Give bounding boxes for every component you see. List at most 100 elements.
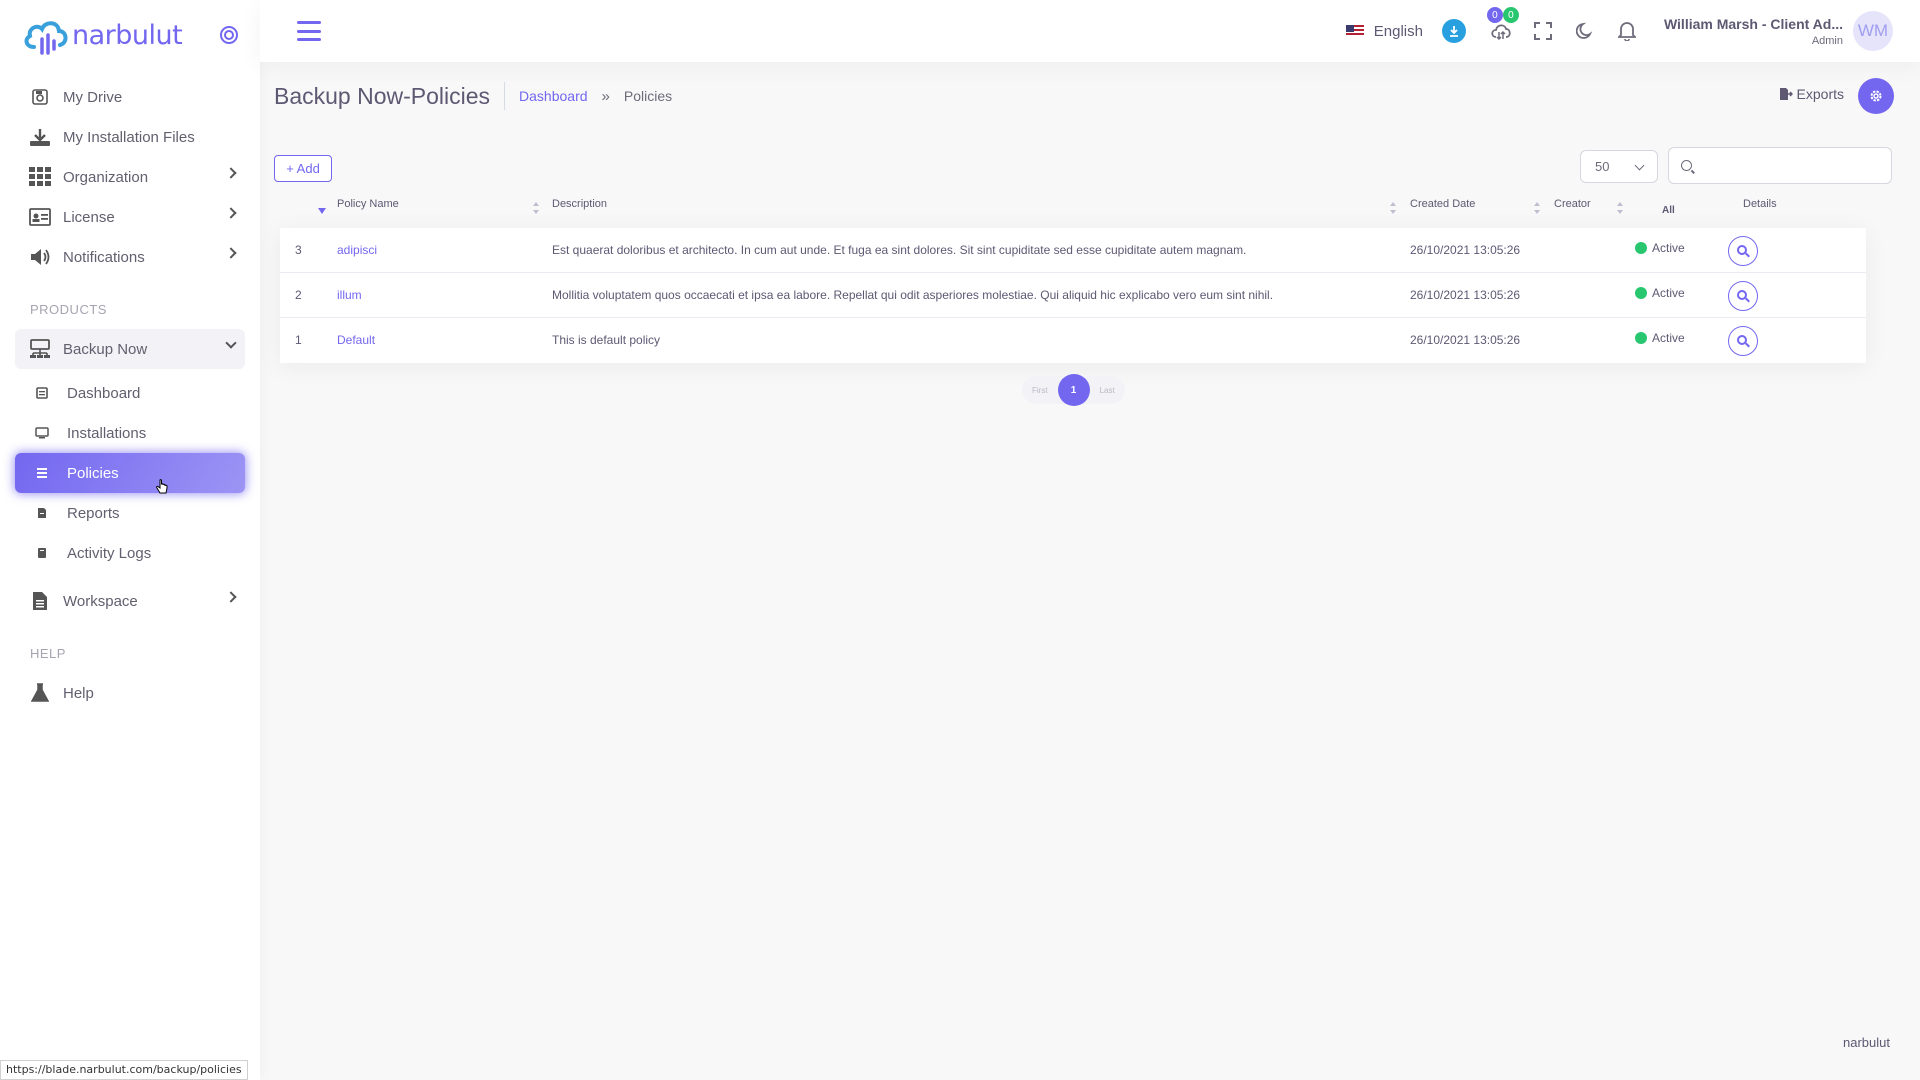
status-dot-icon xyxy=(1635,287,1647,299)
column-details: Details xyxy=(1743,198,1777,210)
monitor-icon xyxy=(35,423,49,443)
column-policy-name[interactable]: Policy Name xyxy=(337,198,399,210)
sidebar-item-activity-logs[interactable]: Activity Logs xyxy=(15,533,245,573)
details-button[interactable] xyxy=(1728,326,1758,356)
column-creator[interactable]: Creator xyxy=(1554,198,1591,210)
sidebar-item-organization[interactable]: Organization xyxy=(15,157,245,197)
gear-icon xyxy=(1870,90,1882,102)
moon-icon xyxy=(1575,22,1593,39)
cloud-sync-icon xyxy=(1491,24,1511,41)
breadcrumb-current: Policies xyxy=(623,88,673,104)
sidebar-item-workspace[interactable]: Workspace xyxy=(15,581,245,621)
network-icon xyxy=(29,339,51,359)
breadcrumb-dashboard-link[interactable]: Dashboard xyxy=(519,88,588,104)
sidebar-item-reports[interactable]: Reports xyxy=(15,493,245,533)
details-button[interactable] xyxy=(1728,236,1758,266)
sidebar-collapse-toggle[interactable] xyxy=(220,26,238,44)
policy-name-link[interactable]: adipisci xyxy=(337,243,377,257)
policies-table: 3 adipisci Est quaerat doloribus et arch… xyxy=(280,228,1866,363)
sidebar-item-installations[interactable]: Installations xyxy=(15,413,245,453)
pagination-first[interactable]: First xyxy=(1022,386,1058,395)
sidebar-item-label: Installations xyxy=(67,424,147,442)
us-flag-icon xyxy=(1345,25,1364,37)
sidebar-item-label: Help xyxy=(63,684,94,702)
table-row: 2 illum Mollitia voluptatem quos occaeca… xyxy=(280,273,1866,318)
avatar[interactable]: WM xyxy=(1853,11,1893,51)
content-header: Backup Now-Policies Dashboard » Policies… xyxy=(274,78,1894,114)
grid-icon xyxy=(29,167,51,187)
sidebar-nav: My Drive My Installation Files Organizat… xyxy=(0,77,260,277)
language-selector[interactable]: English xyxy=(1345,23,1423,40)
sort-icon[interactable] xyxy=(1617,202,1623,214)
sidebar-item-license[interactable]: License xyxy=(15,197,245,237)
fullscreen-button[interactable] xyxy=(1531,19,1555,43)
settings-button[interactable] xyxy=(1858,78,1894,114)
created-date: 26/10/2021 13:05:26 xyxy=(1410,243,1521,257)
help-header: HELP xyxy=(30,645,66,661)
dark-mode-toggle[interactable] xyxy=(1573,19,1597,43)
table-header: Policy Name Description Created Date Cre… xyxy=(280,188,1866,228)
search-icon xyxy=(1681,160,1692,171)
magnifier-icon xyxy=(1737,335,1747,345)
table-row: 3 adipisci Est quaerat doloribus et arch… xyxy=(280,228,1866,273)
breadcrumb: Dashboard » Policies xyxy=(519,88,672,105)
bell-icon xyxy=(1617,22,1636,41)
sidebar-item-label: Reports xyxy=(67,504,120,522)
user-menu[interactable]: William Marsh - Client Ad... Admin WM xyxy=(1664,11,1920,51)
pagination: First 1 Last xyxy=(1022,374,1125,406)
details-button[interactable] xyxy=(1728,281,1758,311)
status-label: Active xyxy=(1652,331,1685,345)
sidebar-item-backup-now[interactable]: Backup Now xyxy=(15,329,245,369)
column-description[interactable]: Description xyxy=(552,198,607,210)
add-policy-button[interactable]: + Add xyxy=(274,155,332,182)
sidebar-item-dashboard[interactable]: Dashboard xyxy=(15,373,245,413)
sidebar-item-notifications[interactable]: Notifications xyxy=(15,237,245,277)
status-label: Active xyxy=(1652,241,1685,255)
row-id: 2 xyxy=(295,288,302,302)
sort-desc-icon[interactable] xyxy=(318,208,326,214)
sidebar-item-my-installation-files[interactable]: My Installation Files xyxy=(15,117,245,157)
notifications-button[interactable] xyxy=(1615,19,1639,43)
log-book-icon xyxy=(35,543,49,563)
sidebar-item-label: My Drive xyxy=(63,88,123,106)
sidebar-item-label: License xyxy=(63,208,115,226)
download-circle-icon xyxy=(1441,19,1466,43)
sidebar-item-my-drive[interactable]: My Drive xyxy=(15,77,245,117)
chevron-down-icon xyxy=(225,337,237,349)
sidebar-item-label: Dashboard xyxy=(67,384,141,402)
exports-button[interactable]: Exports xyxy=(1779,86,1844,102)
per-page-select[interactable]: 50 xyxy=(1580,150,1658,183)
brand-logo[interactable]: narbulut xyxy=(22,15,183,55)
report-icon xyxy=(35,503,49,523)
status-badge: Active xyxy=(1635,331,1685,345)
products-header: PRODUCTS xyxy=(30,301,107,317)
status-dot-icon xyxy=(1635,332,1647,344)
sort-icon[interactable] xyxy=(533,202,539,214)
table-row: 1 Default This is default policy 26/10/2… xyxy=(280,318,1866,363)
sidebar-item-policies[interactable]: Policies xyxy=(15,453,245,493)
sort-icon[interactable] xyxy=(1390,202,1396,214)
created-date: 26/10/2021 13:05:26 xyxy=(1410,288,1521,302)
magnifier-icon xyxy=(1737,290,1747,300)
exports-label: Exports xyxy=(1796,86,1844,102)
pagination-current-page[interactable]: 1 xyxy=(1057,374,1090,406)
pagination-last[interactable]: Last xyxy=(1090,386,1125,395)
search-input[interactable] xyxy=(1668,147,1892,184)
sidebar-item-help[interactable]: Help xyxy=(15,673,245,713)
column-created-date[interactable]: Created Date xyxy=(1410,198,1475,210)
fullscreen-icon xyxy=(1533,22,1552,40)
file-export-icon xyxy=(1779,88,1793,100)
sidebar-item-label: Workspace xyxy=(63,592,138,610)
menu-toggle-icon[interactable] xyxy=(297,21,321,41)
policy-name-link[interactable]: Default xyxy=(337,333,375,347)
policy-name-link[interactable]: illum xyxy=(337,288,362,302)
help-nav: Help xyxy=(0,673,260,713)
status-filter-all[interactable]: All xyxy=(1662,205,1675,216)
status-label: Active xyxy=(1652,286,1685,300)
hand-cursor-icon xyxy=(156,479,168,494)
sort-icon[interactable] xyxy=(1534,202,1540,214)
backup-now-subnav: Dashboard Installations Policies Reports… xyxy=(0,373,260,573)
transfer-status-button[interactable]: 0 0 xyxy=(1486,7,1519,43)
download-agent-button[interactable] xyxy=(1441,19,1466,43)
status-badge: Active xyxy=(1635,286,1685,300)
